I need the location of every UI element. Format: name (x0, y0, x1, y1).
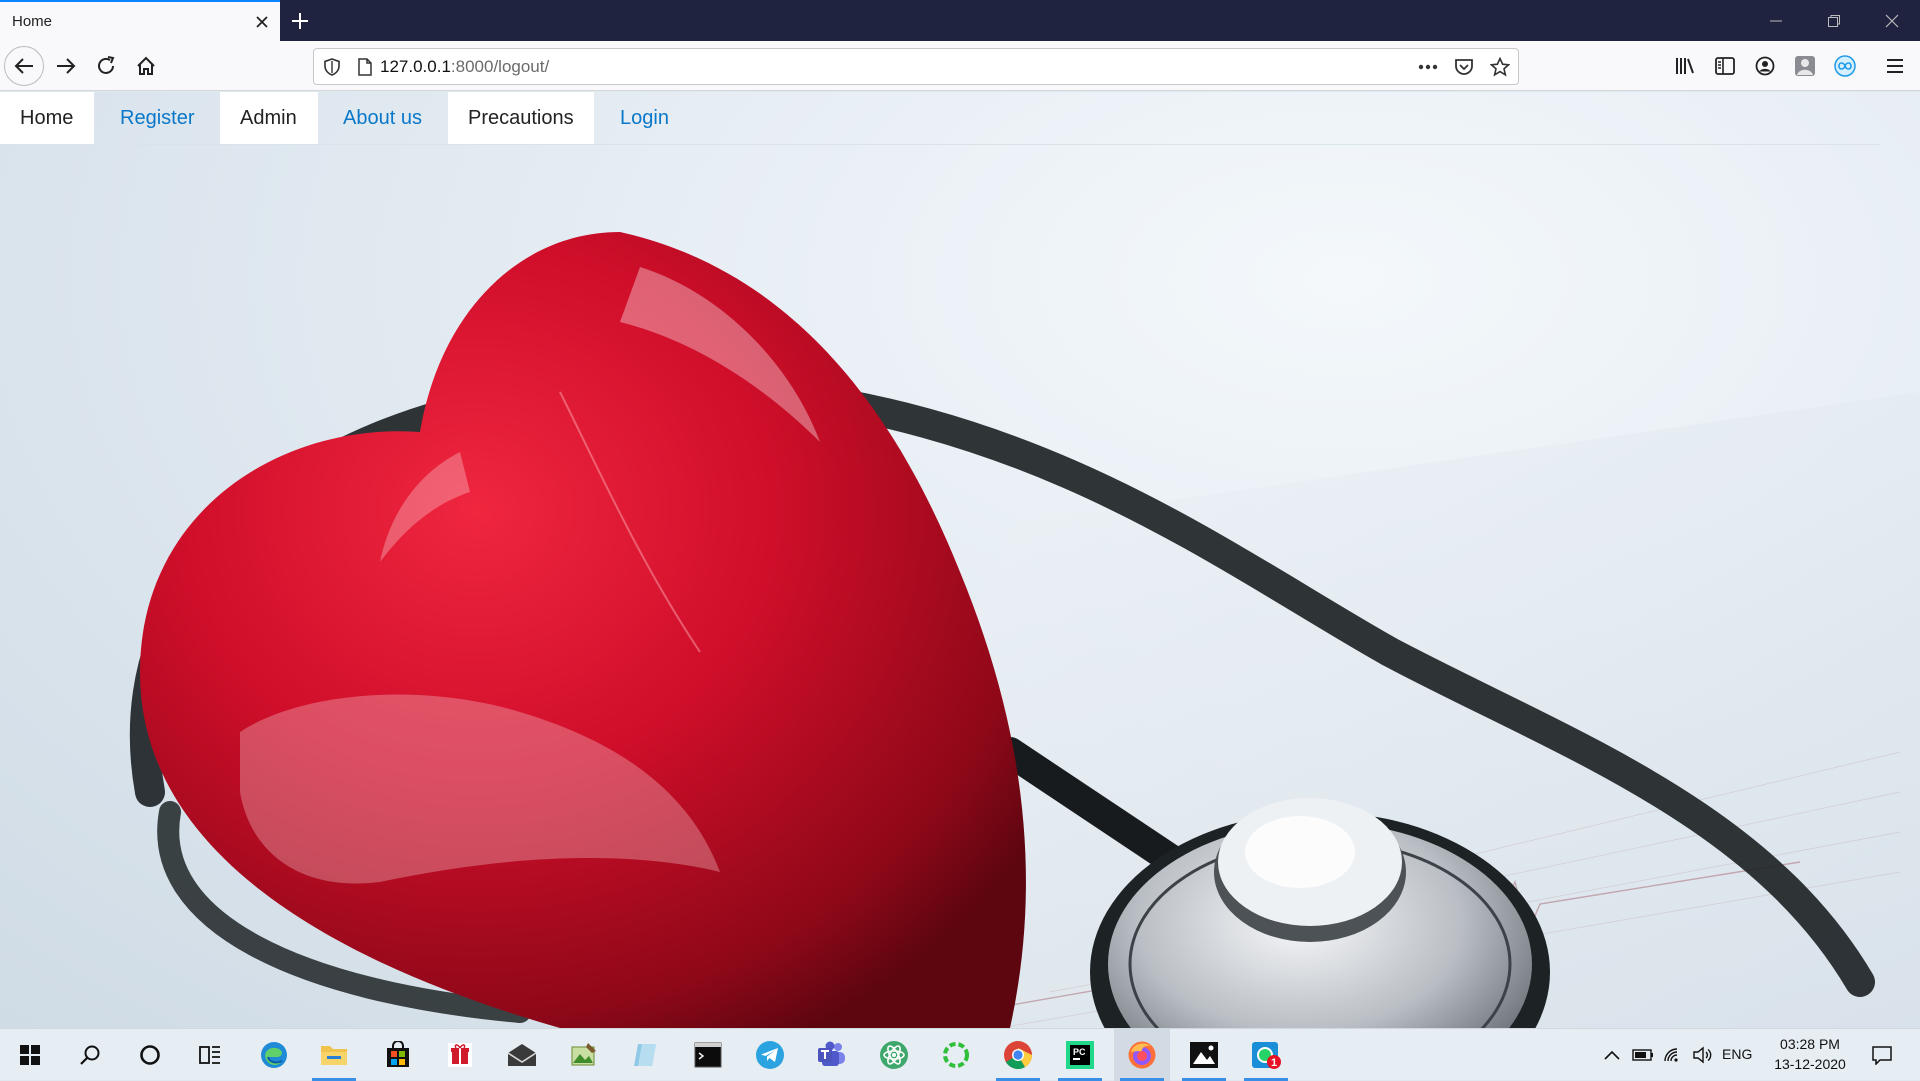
account-icon[interactable] (1747, 48, 1783, 84)
search-icon[interactable] (62, 1029, 118, 1081)
clock[interactable]: 03:28 PM 13-12-2020 (1760, 1034, 1860, 1074)
restore-icon[interactable] (1806, 0, 1862, 41)
notifications-icon[interactable] (1862, 1029, 1902, 1081)
pycharm-icon[interactable]: PC (1052, 1029, 1108, 1081)
battery-icon[interactable] (1628, 1029, 1658, 1081)
nav-login[interactable]: Login (600, 92, 689, 144)
file-explorer-icon[interactable] (306, 1029, 362, 1081)
web-page: Home Register Admin About us Precautions… (0, 92, 1920, 1028)
task-view-icon[interactable] (182, 1029, 238, 1081)
library-icon[interactable] (1667, 48, 1703, 84)
nav-about-us[interactable]: About us (323, 92, 442, 144)
svg-text:PC: PC (1073, 1047, 1086, 1057)
url-bar[interactable]: 127.0.0.1:8000/logout/ (313, 48, 1519, 85)
refresh-app-icon[interactable] (928, 1029, 984, 1081)
forward-icon[interactable] (48, 48, 84, 84)
nav-home[interactable]: Home (0, 92, 94, 144)
tracking-protection-icon[interactable] (314, 57, 350, 76)
pocket-icon[interactable] (1446, 57, 1482, 77)
extension-avatar-icon[interactable] (1787, 48, 1823, 84)
taskbar: PC 1 ENG 03:28 PM 13-12-2020 (0, 1028, 1920, 1081)
volume-icon[interactable] (1688, 1029, 1718, 1081)
browser-tab-strip: Home (0, 0, 1920, 41)
close-tab-icon[interactable] (244, 4, 280, 40)
bookmark-star-icon[interactable] (1482, 56, 1518, 77)
wifi-icon[interactable] (1658, 1029, 1688, 1081)
atom-icon[interactable] (866, 1029, 922, 1081)
teams-icon[interactable] (804, 1029, 860, 1081)
page-actions-icon[interactable] (1410, 64, 1446, 70)
page-info-icon[interactable] (350, 57, 380, 76)
cortana-icon[interactable] (122, 1029, 178, 1081)
gift-icon[interactable] (432, 1029, 488, 1081)
clock-time: 03:28 PM (1780, 1036, 1840, 1052)
photos-icon[interactable] (556, 1029, 612, 1081)
mail-icon[interactable] (494, 1029, 550, 1081)
edge-icon[interactable] (246, 1029, 302, 1081)
site-navbar: Home Register Admin About us Precautions… (0, 92, 1880, 145)
back-icon[interactable] (4, 46, 44, 86)
minimize-icon[interactable] (1748, 0, 1804, 41)
clock-date: 13-12-2020 (1774, 1056, 1846, 1072)
url-path: :8000/logout/ (450, 56, 550, 76)
whatsapp-icon[interactable]: 1 (1238, 1029, 1294, 1081)
language-indicator[interactable]: ENG (1722, 1046, 1752, 1062)
chrome-icon[interactable] (990, 1029, 1046, 1081)
home-icon[interactable] (128, 48, 164, 84)
hero-image (129, 232, 1920, 1028)
reload-icon[interactable] (88, 48, 124, 84)
new-tab-icon[interactable] (282, 4, 318, 38)
browser-toolbar: 127.0.0.1:8000/logout/ (0, 41, 1920, 91)
show-hidden-icons-icon[interactable] (1598, 1029, 1626, 1081)
nav-admin[interactable]: Admin (220, 92, 318, 144)
nav-register[interactable]: Register (100, 92, 214, 144)
url-host: 127.0.0.1 (380, 56, 451, 76)
menu-icon[interactable] (1877, 48, 1913, 84)
start-icon[interactable] (2, 1029, 58, 1081)
photos-viewer-icon[interactable] (1176, 1029, 1232, 1081)
close-window-icon[interactable] (1864, 0, 1920, 41)
extension-infinity-icon[interactable] (1827, 48, 1863, 84)
nav-precautions[interactable]: Precautions (448, 92, 594, 144)
notepad-icon[interactable] (618, 1029, 674, 1081)
browser-tab-home[interactable]: Home (0, 0, 280, 41)
tab-title: Home (12, 13, 53, 30)
store-icon[interactable] (370, 1029, 426, 1081)
notification-badge: 1 (1271, 1057, 1277, 1069)
terminal-icon[interactable] (680, 1029, 736, 1081)
telegram-icon[interactable] (742, 1029, 798, 1081)
firefox-icon[interactable] (1114, 1029, 1170, 1081)
sidebar-icon[interactable] (1707, 48, 1743, 84)
